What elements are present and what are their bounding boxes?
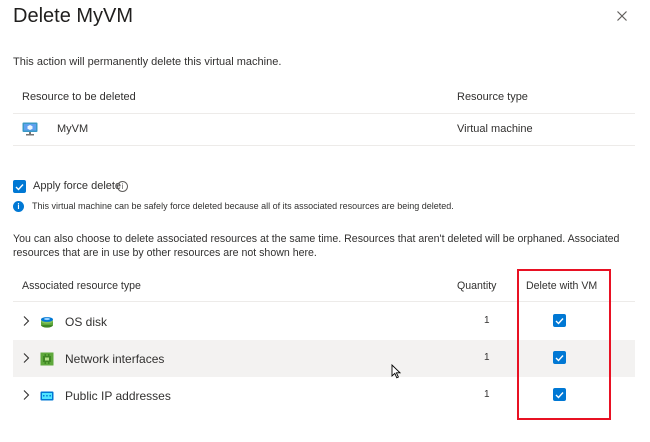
delete-with-vm-highlight (517, 269, 611, 420)
column-header-quantity: Quantity (457, 280, 497, 292)
apply-force-delete-label[interactable]: Apply force delete (33, 180, 121, 192)
chevron-right-icon[interactable] (22, 315, 30, 327)
resource-name: OS disk (65, 315, 108, 329)
resource-name: Public IP addresses (65, 389, 171, 403)
divider (13, 113, 635, 114)
public-ip-icon (40, 389, 54, 403)
column-header-associated-type: Associated resource type (22, 280, 141, 292)
dialog-description: This action will permanently delete this… (13, 56, 282, 68)
dialog-title: Delete MyVM (13, 5, 134, 27)
virtual-machine-icon (22, 122, 38, 136)
apply-force-delete-checkbox[interactable] (13, 180, 26, 193)
resource-quantity: 1 (484, 352, 490, 363)
force-delete-info-text: This virtual machine can be safely force… (32, 201, 454, 211)
chevron-right-icon[interactable] (22, 352, 30, 364)
column-header-resource-type: Resource type (457, 91, 528, 103)
divider (13, 145, 635, 146)
column-header-resource: Resource to be deleted (22, 91, 136, 103)
resource-type: Virtual machine (457, 123, 533, 135)
disk-icon (40, 315, 54, 329)
close-icon[interactable] (614, 8, 630, 24)
resource-quantity: 1 (484, 315, 490, 326)
mouse-cursor-icon (391, 363, 402, 379)
info-icon[interactable]: i (117, 181, 128, 192)
resource-name: MyVM (57, 123, 89, 135)
associated-resources-description: You can also choose to delete associated… (13, 233, 620, 259)
chevron-right-icon[interactable] (22, 389, 30, 401)
info-circle-icon: i (13, 201, 24, 212)
resource-name: Network interfaces (65, 352, 165, 366)
resource-quantity: 1 (484, 389, 490, 400)
network-interface-icon (40, 352, 54, 366)
